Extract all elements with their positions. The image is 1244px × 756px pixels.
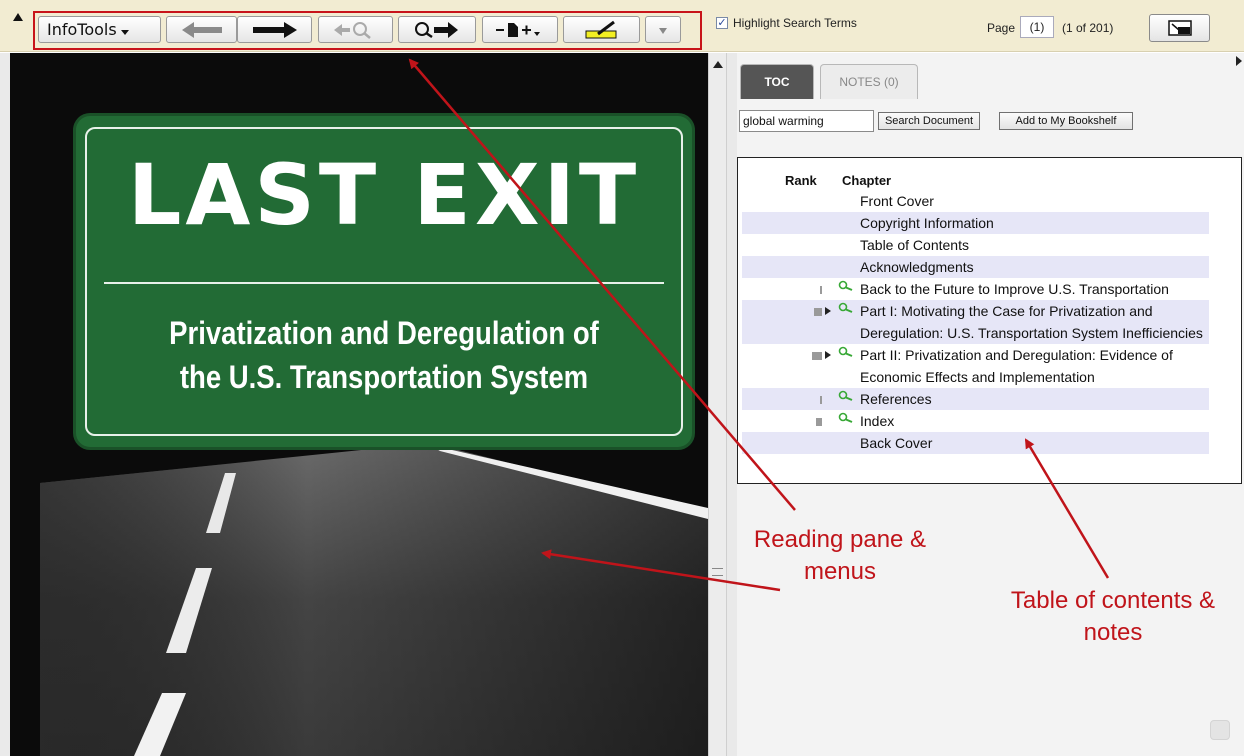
rank-bar-icon (812, 352, 822, 360)
forward-arrow-icon (252, 21, 297, 38)
view-mode-button[interactable] (1149, 14, 1210, 42)
infotools-menu-button[interactable]: InfoTools (38, 16, 161, 43)
cover-subtitle-line-2: the U.S. Transportation System (179, 359, 589, 395)
search-document-button[interactable]: Search Document (878, 112, 980, 130)
resize-handle-icon[interactable] (1210, 720, 1230, 740)
toolbar: InfoTools ✓ Highlight Search Terms Page … (0, 0, 1244, 52)
page-add-icon (496, 22, 540, 37)
infotools-label: InfoTools (47, 20, 117, 39)
chevron-down-icon (120, 30, 129, 35)
toc-chapter-title[interactable]: Back to the Future to Improve U.S. Trans… (860, 278, 1209, 300)
add-to-bookshelf-button[interactable]: Add to My Bookshelf (999, 112, 1133, 130)
search-hit-icon[interactable] (838, 302, 854, 316)
back-arrow-icon (181, 21, 222, 38)
rank-bar-icon (820, 396, 822, 404)
toc-rows: Front Cover Copyright Information Table of… (742, 190, 1209, 454)
page-label: Page (987, 21, 1016, 35)
cover-subtitle-line-1: Privatization and Deregulation of (169, 315, 599, 351)
highlighter-icon (585, 20, 616, 38)
search-hit-icon[interactable] (838, 412, 854, 426)
toc-chapter-title[interactable]: Back Cover (860, 432, 1209, 454)
rank-bar-icon (820, 286, 822, 294)
sign-divider (104, 282, 664, 284)
toc-header-chapter: Chapter (842, 173, 892, 188)
search-hit-icon[interactable] (838, 280, 854, 294)
toc-row[interactable]: Acknowledgments (742, 256, 1209, 278)
toc-row[interactable]: Part II: Privatization and Deregulation:… (742, 344, 1209, 388)
pane-splitter[interactable] (727, 53, 737, 756)
toc-chapter-title[interactable]: Copyright Information (860, 212, 1209, 234)
previous-search-hit-icon (333, 21, 371, 39)
reading-pane-scrollbar[interactable] (708, 53, 727, 756)
search-hit-icon[interactable] (838, 346, 854, 360)
highlighter-button[interactable] (563, 16, 640, 43)
toc-chapter-title[interactable]: Table of Contents (860, 234, 1209, 256)
highlight-search-terms-label: Highlight Search Terms (733, 16, 857, 30)
reading-pane[interactable]: LAST EXIT Privatization and Deregulation… (0, 53, 708, 756)
collapse-up-icon[interactable] (13, 13, 23, 21)
toc-row[interactable]: Copyright Information (742, 212, 1209, 234)
page-number-input[interactable] (1020, 16, 1054, 38)
toc-header-rank: Rank (785, 173, 817, 188)
toc-chapter-title[interactable]: Part II: Privatization and Deregulation:… (860, 344, 1209, 388)
expand-triangle-icon[interactable] (825, 351, 831, 359)
collapse-panel-icon[interactable] (1236, 56, 1242, 66)
highlight-search-terms-checkbox[interactable]: ✓ (716, 17, 728, 29)
cover-subtitle: Privatization and Deregulation of the U.… (119, 311, 649, 399)
forward-button[interactable] (237, 16, 312, 43)
more-tools-button[interactable] (645, 16, 681, 43)
previous-search-hit-button[interactable] (318, 16, 393, 43)
annotation-reading-pane: Reading pane & menus (753, 526, 927, 585)
back-button[interactable] (166, 16, 237, 43)
cover-highway-sign: LAST EXIT Privatization and Deregulation… (76, 116, 692, 447)
toc-row[interactable]: References (742, 388, 1209, 410)
toc-row[interactable]: Back Cover (742, 432, 1209, 454)
toc-chapter-title[interactable]: Acknowledgments (860, 256, 1209, 278)
side-panel: TOC NOTES (0) Search Document Add to My … (737, 53, 1244, 756)
page-count: (1 of 201) (1062, 21, 1114, 35)
page-zoom-button[interactable] (482, 16, 558, 43)
toc-row[interactable]: Table of Contents (742, 234, 1209, 256)
scroll-up-icon[interactable] (713, 61, 723, 68)
toc-row[interactable]: Front Cover (742, 190, 1209, 212)
scroll-grip-icon[interactable] (712, 568, 723, 576)
view-mode-icon (1167, 20, 1192, 36)
dropdown-icon (659, 27, 667, 34)
search-hit-icon[interactable] (838, 390, 854, 404)
cover-title: LAST EXIT (127, 146, 641, 244)
next-search-hit-button[interactable] (398, 16, 476, 43)
toc-row[interactable]: Index (742, 410, 1209, 432)
rank-bar-icon (816, 418, 822, 426)
expand-triangle-icon[interactable] (825, 307, 831, 315)
toc-chapter-title[interactable]: References (860, 388, 1209, 410)
toc-chapter-title[interactable]: Index (860, 410, 1209, 432)
search-document-input[interactable] (739, 110, 874, 132)
tab-notes[interactable]: NOTES (0) (820, 64, 918, 99)
annotation-toc-notes: Table of contents & notes (1010, 587, 1216, 646)
toc-chapter-title[interactable]: Front Cover (860, 190, 1209, 212)
tab-toc[interactable]: TOC (740, 64, 814, 99)
toc-row[interactable]: Part I: Motivating the Case for Privatiz… (742, 300, 1209, 344)
rank-bar-icon (814, 308, 822, 316)
toc-row[interactable]: Back to the Future to Improve U.S. Trans… (742, 278, 1209, 300)
toc-chapter-title[interactable]: Part I: Motivating the Case for Privatiz… (860, 300, 1209, 344)
toc-list: Rank Chapter Front Cover Copyright Inform… (737, 157, 1242, 484)
next-search-hit-icon (415, 21, 458, 38)
